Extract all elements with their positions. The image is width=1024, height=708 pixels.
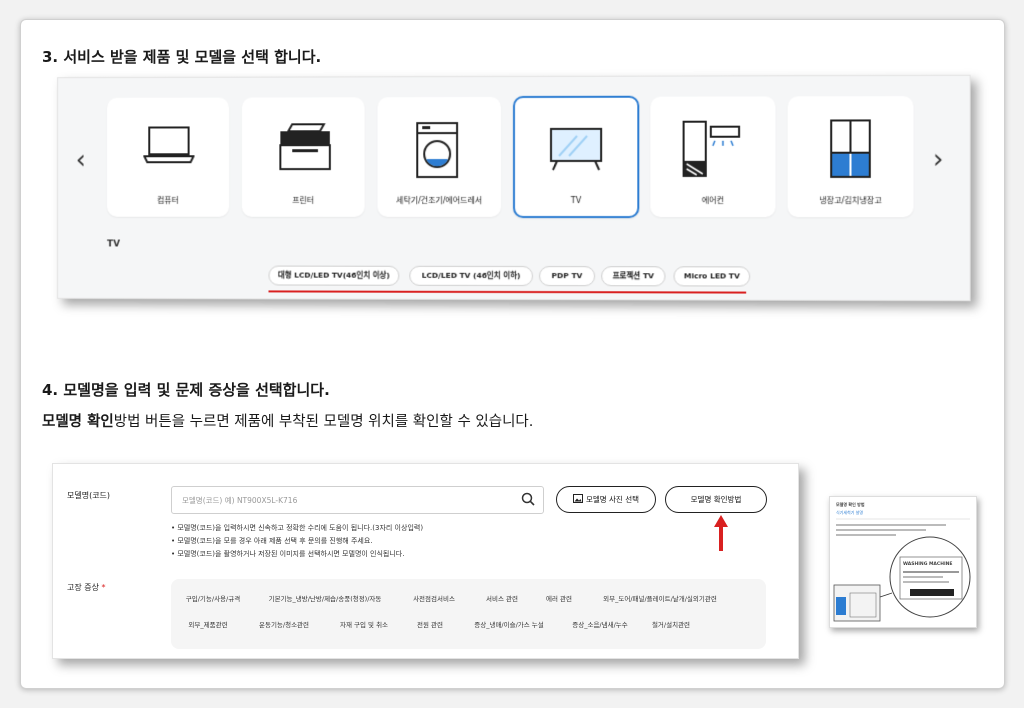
symptom-list: 구입/기능/사용/규격 기본기능_냉방/난방/제습/송풍(청정)/자동 사전점검… <box>171 579 766 649</box>
note-line: • 모델명(코드)을 촬영하거나 저장된 이미지를 선택하시면 모델명이 인식됩… <box>171 550 405 558</box>
prev-arrow[interactable]: ‹ <box>76 145 86 175</box>
symptom-tag[interactable]: 외부_제품관련 <box>177 617 239 633</box>
desc-rest: 방법 버튼을 누르면 제품에 부착된 모델명 위치를 확인할 수 있습니다. <box>113 414 534 430</box>
product-label: 세탁기/건조기/에어드레서 <box>396 195 483 205</box>
symptom-tag[interactable]: 기본기능_냉방/난방/제습/송풍(청정)/자동 <box>255 591 395 607</box>
model-input-placeholder: 모델명(코드) 예) NT900X5L-K716 <box>182 496 298 505</box>
product-label: 에어컨 <box>701 196 724 206</box>
product-label: 냉장고/김치냉장고 <box>819 196 882 206</box>
symptom-label: 고장 증상 * <box>67 582 106 593</box>
model-label-location-image: 모델명 확인 방법 식기세척기 설명 WASHING MACHINE <box>829 496 977 628</box>
category-label: TV <box>107 239 120 250</box>
subcategory-pill[interactable]: LCD/LED TV (46인치 이하) <box>409 265 533 287</box>
product-card-aircon[interactable]: 에어컨 <box>650 96 776 218</box>
symptom-tag[interactable]: 운동기능/청소관련 <box>247 617 321 633</box>
subcategory-pill[interactable]: 대형 LCD/LED TV(46인치 이상) <box>268 265 400 286</box>
product-card-computer[interactable]: 컴퓨터 <box>107 97 230 217</box>
symptom-tag[interactable]: 철거/설치관련 <box>641 617 701 633</box>
product-label: 프린터 <box>292 195 315 205</box>
product-card-printer[interactable]: 프린터 <box>241 97 365 217</box>
symptom-tag[interactable]: 사전점검서비스 <box>401 591 467 607</box>
symptom-tag[interactable]: 에러 관련 <box>537 591 581 607</box>
subcategory-pill[interactable]: 프로젝션 TV <box>601 266 666 287</box>
subcategory-pill[interactable]: PDP TV <box>539 266 596 287</box>
model-input[interactable]: 모델명(코드) 예) NT900X5L-K716 <box>171 486 544 514</box>
note-line: • 모델명(코드)을 입력하시면 신속하고 정확한 수리에 도움이 됩니다.(3… <box>171 524 424 532</box>
refrigerator-icon <box>828 118 873 179</box>
product-selector-panel: ‹ › 컴퓨터 프린터 세탁기/건조기/에어드레서 TV 에어컨 냉장고/김치냉… <box>57 74 971 302</box>
symptom-tag[interactable]: 외부_도어/패널/플레이트/날개/실외기관련 <box>585 591 735 607</box>
printer-icon <box>278 121 331 171</box>
model-howto-button[interactable]: 모델명 확인방법 <box>665 486 767 513</box>
air-conditioner-icon <box>681 119 744 179</box>
symptom-tag[interactable]: 전원 관련 <box>407 617 453 633</box>
photo-select-button[interactable]: 모델명 사진 선택 <box>556 486 656 513</box>
image-icon <box>572 494 583 503</box>
symptom-tag[interactable]: 증상_소음/냄새/누수 <box>565 617 635 633</box>
symptom-tag[interactable]: 서비스 관련 <box>473 591 531 607</box>
pointer-arrow-icon <box>714 515 728 551</box>
note-line: • 모델명(코드)을 모를 경우 아래 제품 선택 후 문의를 진행해 주세요. <box>171 537 373 545</box>
step3-heading: 3. 서비스 받을 제품 및 모델을 선택 합니다. <box>42 48 322 66</box>
product-card-washer[interactable]: 세탁기/건조기/에어드레서 <box>377 97 502 217</box>
subcategory-pill[interactable]: Micro LED TV <box>673 266 751 287</box>
step4-description: 모델명 확인방법 버튼을 누르면 제품에 부착된 모델명 위치를 확인할 수 있… <box>42 410 533 431</box>
tv-icon <box>549 126 603 176</box>
product-card-tv[interactable]: TV <box>512 95 640 219</box>
highlight-underline <box>268 290 747 294</box>
symptom-tag[interactable]: 증상_냉매/이슬/가스 누설 <box>459 617 559 633</box>
laptop-icon <box>143 121 194 167</box>
product-label: TV <box>570 196 582 206</box>
symptom-tag[interactable]: 구입/기능/사용/규격 <box>177 591 249 607</box>
next-arrow[interactable]: › <box>933 145 944 175</box>
product-label: 컴퓨터 <box>157 195 179 205</box>
symptom-label-text: 고장 증상 <box>67 583 99 592</box>
step4-heading: 4. 모델명을 입력 및 문제 증상을 선택합니다. <box>42 381 330 399</box>
product-card-refrigerator[interactable]: 냉장고/김치냉장고 <box>787 96 914 218</box>
search-icon[interactable] <box>521 492 535 506</box>
model-label: 모델명(코드) <box>67 491 111 500</box>
label-plate-text: WASHING MACHINE <box>903 562 953 567</box>
required-mark: * <box>101 583 106 592</box>
model-input-panel: 모델명(코드) 모델명(코드) 예) NT900X5L-K716 모델명 사진 … <box>52 463 799 659</box>
photo-select-label: 모델명 사진 선택 <box>585 495 640 504</box>
symptom-tag[interactable]: 자재 구입 및 취소 <box>329 617 399 633</box>
washer-icon <box>417 122 459 179</box>
desc-bold: 모델명 확인 <box>42 414 114 430</box>
